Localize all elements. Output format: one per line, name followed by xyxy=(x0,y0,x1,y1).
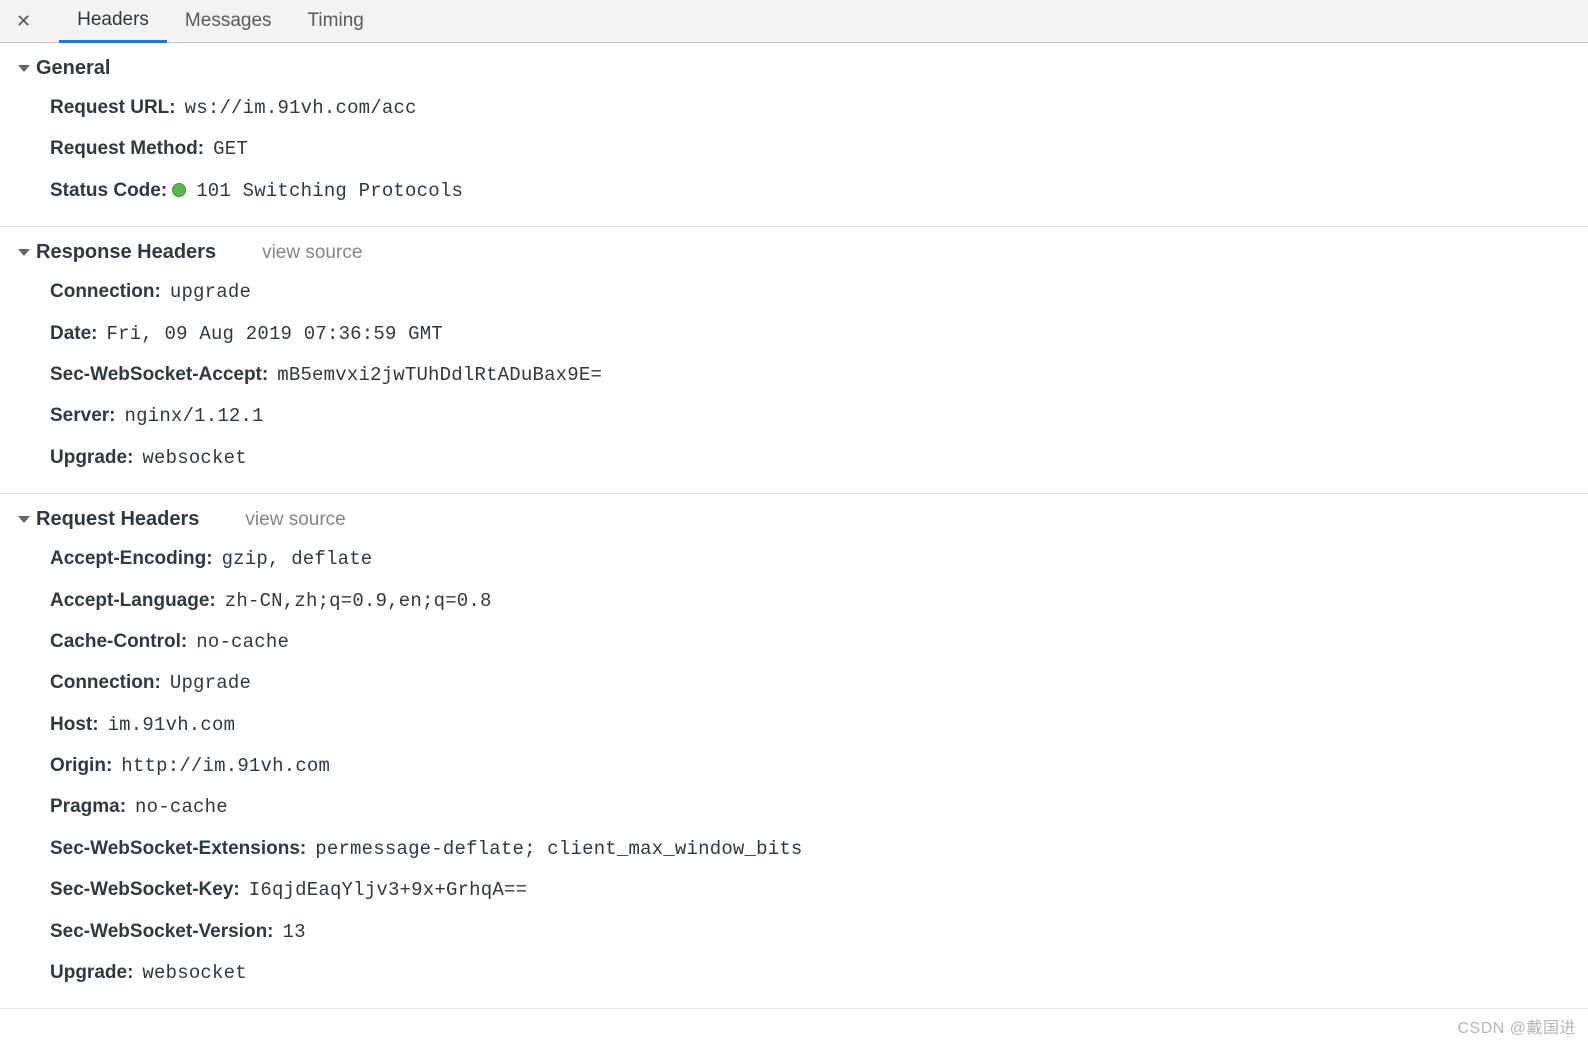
request-rows: Accept-Encoding: gzip, deflate Accept-La… xyxy=(0,539,1588,994)
section-title: Response Headers xyxy=(36,241,216,264)
section-toggle-general[interactable]: General xyxy=(0,52,1588,88)
value: Upgrade xyxy=(170,672,251,694)
row-pragma: Pragma: no-cache xyxy=(50,787,1588,828)
label: Sec-WebSocket-Key: xyxy=(50,879,240,900)
value: upgrade xyxy=(170,281,251,303)
close-icon[interactable]: ✕ xyxy=(16,11,41,32)
label: Cache-Control: xyxy=(50,631,187,652)
label: Origin: xyxy=(50,755,112,776)
label: Host: xyxy=(50,714,99,735)
chevron-down-icon xyxy=(18,249,30,256)
row-sec-websocket-key: Sec-WebSocket-Key: I6qjdEaqYljv3+9x+Grhq… xyxy=(50,870,1588,911)
value: I6qjdEaqYljv3+9x+GrhqA== xyxy=(249,879,527,901)
row-accept-language: Accept-Language: zh-CN,zh;q=0.9,en;q=0.8 xyxy=(50,581,1588,622)
value: Fri, 09 Aug 2019 07:36:59 GMT xyxy=(107,323,443,345)
label: Connection: xyxy=(50,672,161,693)
label: Sec-WebSocket-Extensions: xyxy=(50,838,306,859)
row-sec-websocket-version: Sec-WebSocket-Version: 13 xyxy=(50,912,1588,953)
label: Accept-Encoding: xyxy=(50,548,213,569)
row-server: Server: nginx/1.12.1 xyxy=(50,396,1588,437)
row-origin: Origin: http://im.91vh.com xyxy=(50,746,1588,787)
tab-headers[interactable]: Headers xyxy=(59,1,167,43)
label: Accept-Language: xyxy=(50,590,216,611)
value: ws://im.91vh.com/acc xyxy=(185,97,417,119)
value: no-cache xyxy=(196,631,289,653)
value: gzip, deflate xyxy=(222,548,373,570)
value: zh-CN,zh;q=0.9,en;q=0.8 xyxy=(225,590,492,612)
row-upgrade: Upgrade: websocket xyxy=(50,438,1588,479)
tab-label: Timing xyxy=(308,10,364,32)
row-date: Date: Fri, 09 Aug 2019 07:36:59 GMT xyxy=(50,314,1588,355)
section-general: General Request URL: ws://im.91vh.com/ac… xyxy=(0,43,1588,227)
row-request-method: Request Method: GET xyxy=(50,129,1588,170)
section-request-headers: Request Headers view source Accept-Encod… xyxy=(0,494,1588,1009)
section-response-headers: Response Headers view source Connection:… xyxy=(0,227,1588,494)
label: Server: xyxy=(50,405,116,426)
row-upgrade: Upgrade: websocket xyxy=(50,953,1588,994)
label: Upgrade: xyxy=(50,962,133,983)
chevron-down-icon xyxy=(18,516,30,523)
status-dot-icon xyxy=(172,183,186,197)
tab-timing[interactable]: Timing xyxy=(290,0,382,42)
section-toggle-response[interactable]: Response Headers view source xyxy=(0,236,1588,272)
label: Upgrade: xyxy=(50,447,133,468)
label: Sec-WebSocket-Accept: xyxy=(50,364,268,385)
value: websocket xyxy=(142,447,246,469)
row-cache-control: Cache-Control: no-cache xyxy=(50,622,1588,663)
value: mB5emvxi2jwTUhDdlRtADuBax9E= xyxy=(277,364,602,386)
value: 13 xyxy=(283,921,306,943)
section-title: General xyxy=(36,57,110,80)
general-rows: Request URL: ws://im.91vh.com/acc Reques… xyxy=(0,88,1588,212)
response-rows: Connection: upgrade Date: Fri, 09 Aug 20… xyxy=(0,272,1588,479)
row-host: Host: im.91vh.com xyxy=(50,705,1588,746)
row-accept-encoding: Accept-Encoding: gzip, deflate xyxy=(50,539,1588,580)
label: Status Code: xyxy=(50,180,167,201)
row-connection: Connection: upgrade xyxy=(50,272,1588,313)
value: no-cache xyxy=(135,796,228,818)
section-toggle-request[interactable]: Request Headers view source xyxy=(0,503,1588,539)
value: 101 Switching Protocols xyxy=(196,180,463,202)
view-source-link[interactable]: view source xyxy=(262,242,362,264)
row-sec-websocket-accept: Sec-WebSocket-Accept: mB5emvxi2jwTUhDdlR… xyxy=(50,355,1588,396)
row-request-url: Request URL: ws://im.91vh.com/acc xyxy=(50,88,1588,129)
label: Sec-WebSocket-Version: xyxy=(50,921,274,942)
label: Pragma: xyxy=(50,796,126,817)
chevron-down-icon xyxy=(18,65,30,72)
value: im.91vh.com xyxy=(108,714,236,736)
tab-bar: ✕ Headers Messages Timing xyxy=(0,0,1588,43)
label: Date: xyxy=(50,323,98,344)
label: Connection: xyxy=(50,281,161,302)
value: http://im.91vh.com xyxy=(121,755,330,777)
value: GET xyxy=(213,138,248,160)
value: websocket xyxy=(142,962,246,984)
label: Request URL: xyxy=(50,97,176,118)
label: Request Method: xyxy=(50,138,204,159)
tab-label: Messages xyxy=(185,10,272,32)
row-status-code: Status Code: 101 Switching Protocols xyxy=(50,171,1588,212)
view-source-link[interactable]: view source xyxy=(245,509,345,531)
row-connection: Connection: Upgrade xyxy=(50,663,1588,704)
value: permessage-deflate; client_max_window_bi… xyxy=(315,838,802,860)
tab-messages[interactable]: Messages xyxy=(167,0,290,42)
tab-label: Headers xyxy=(77,9,149,31)
section-title: Request Headers xyxy=(36,508,199,531)
row-sec-websocket-extensions: Sec-WebSocket-Extensions: permessage-def… xyxy=(50,829,1588,870)
watermark: CSDN @戴国进 xyxy=(1457,1014,1576,1038)
value: nginx/1.12.1 xyxy=(125,405,264,427)
